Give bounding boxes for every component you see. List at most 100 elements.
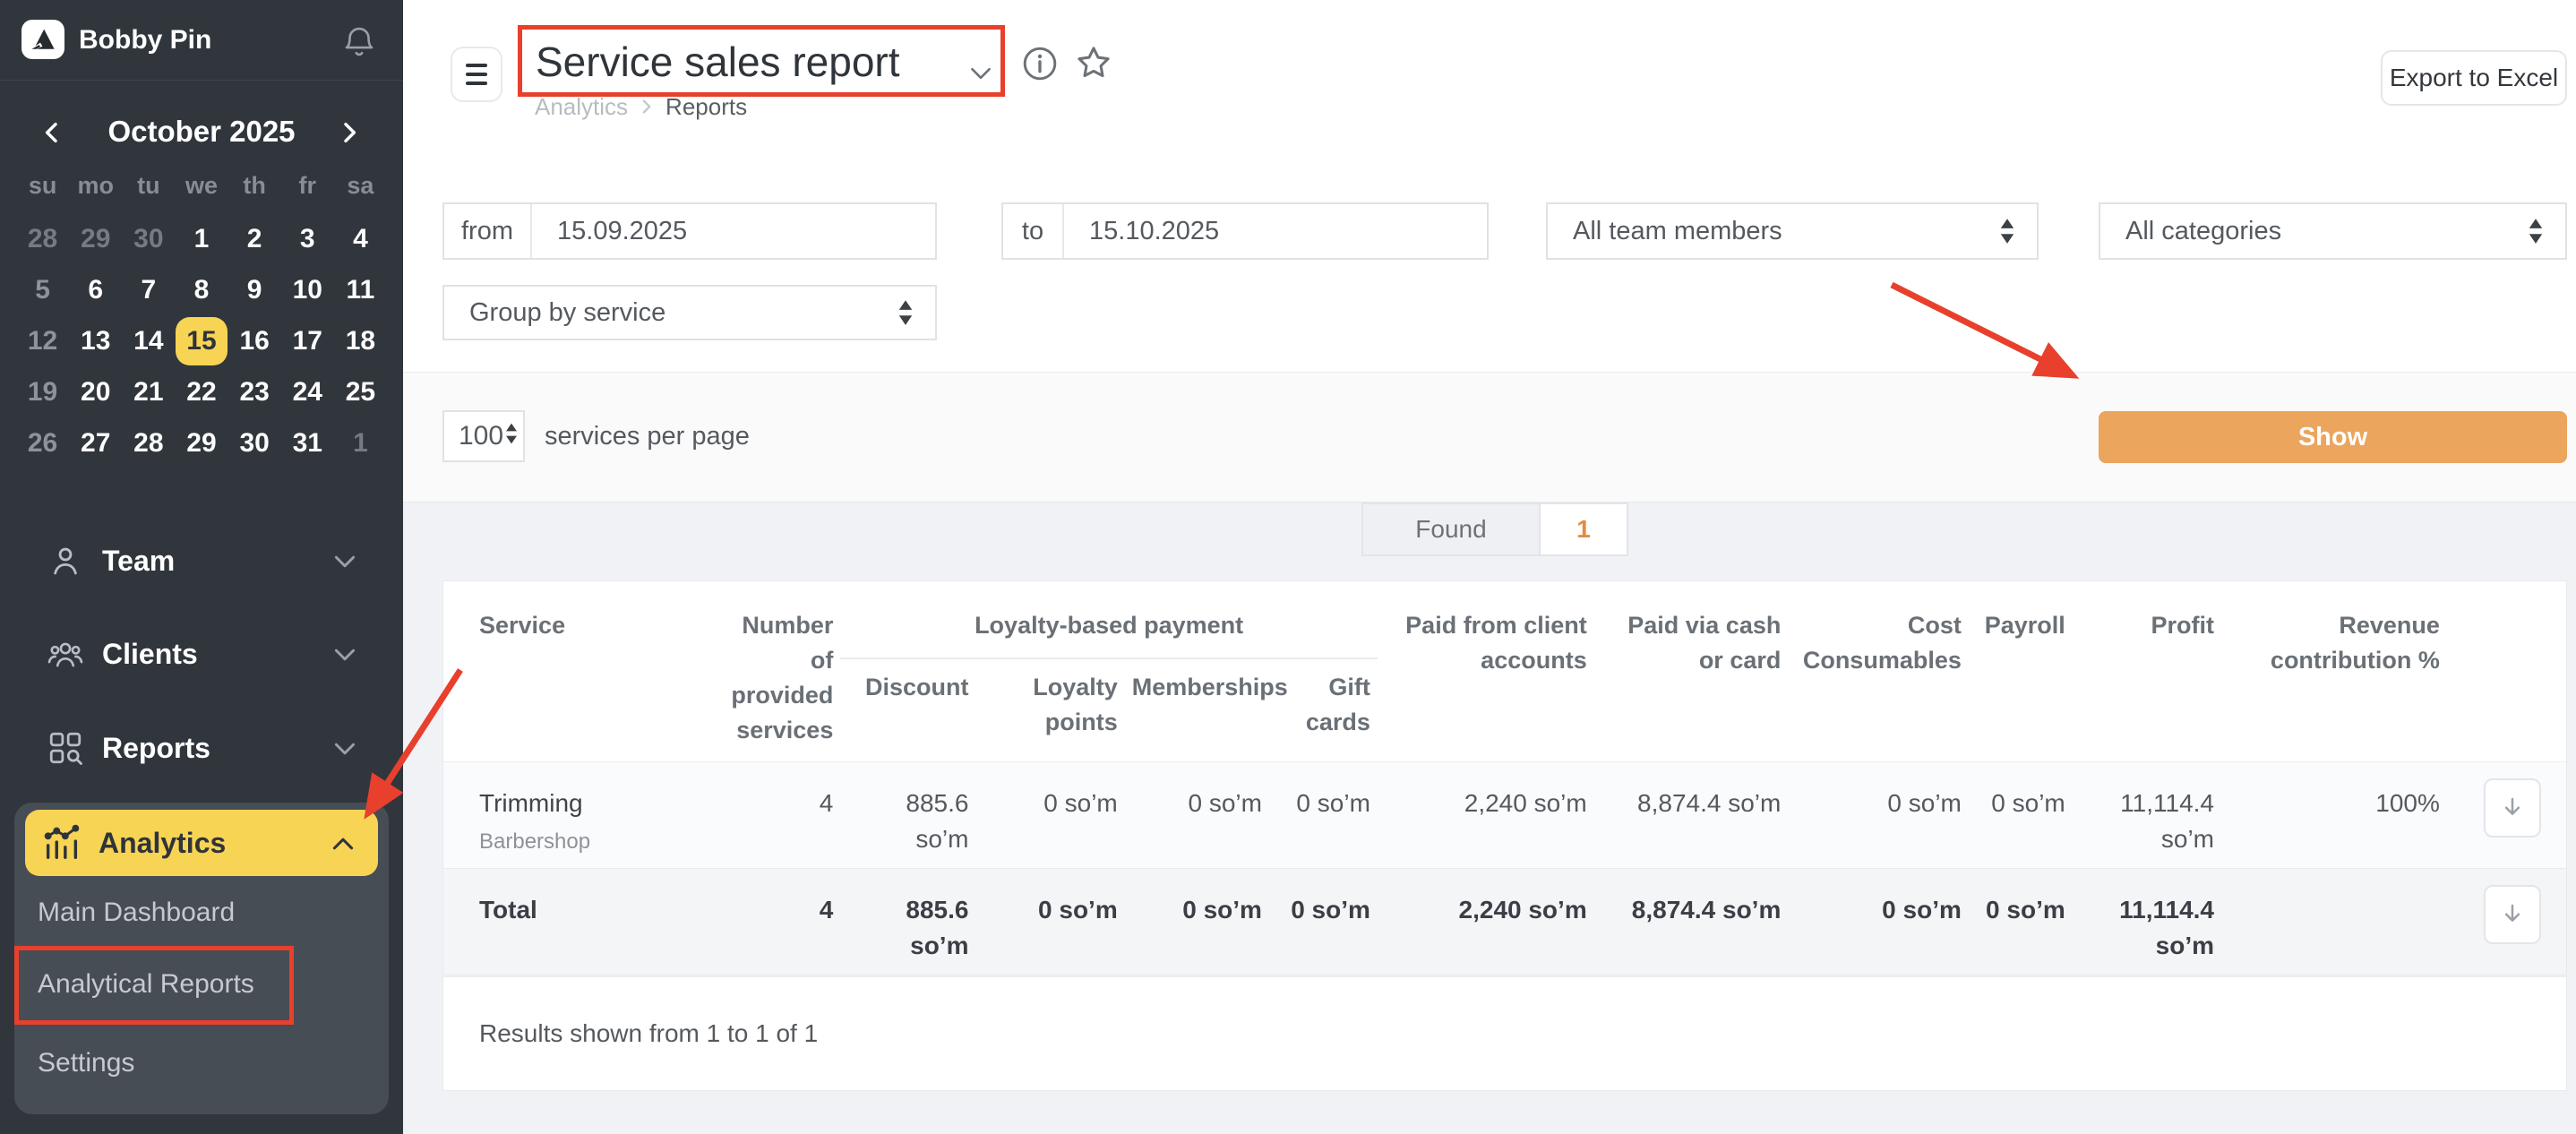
calendar-day[interactable]: 27 xyxy=(69,417,122,468)
team-members-select[interactable]: All team members xyxy=(1546,202,2039,260)
group-by-select[interactable]: Group by service xyxy=(442,285,937,340)
calendar-day[interactable]: 12 xyxy=(16,315,69,366)
cell-service: Trimming Barbershop xyxy=(443,762,714,869)
calendar-day[interactable]: 5 xyxy=(16,264,69,315)
sidebar-item-clients[interactable]: Clients xyxy=(0,627,403,681)
show-button[interactable]: Show xyxy=(2099,411,2567,463)
calendar-day[interactable]: 11 xyxy=(334,264,387,315)
calendar-day[interactable]: 29 xyxy=(69,213,122,264)
calendar-day[interactable]: 30 xyxy=(122,213,175,264)
day-name: su xyxy=(16,170,69,201)
sidebar-item-label: Team xyxy=(102,545,175,578)
categories-select-value: All categories xyxy=(2125,217,2281,246)
cell-total-client-accounts: 2,240 so’m xyxy=(1378,869,1594,975)
calendar-day[interactable]: 14 xyxy=(122,315,175,366)
calendar-day[interactable]: 3 xyxy=(281,213,334,264)
date-to-value[interactable]: 15.10.2025 xyxy=(1064,217,1219,246)
found-tab[interactable]: Found xyxy=(1361,503,1541,556)
calendar-day[interactable]: 10 xyxy=(281,264,334,315)
calendar-day[interactable]: 9 xyxy=(228,264,281,315)
select-arrows-icon xyxy=(1997,216,2017,246)
day-name: th xyxy=(228,170,281,201)
calendar-day[interactable]: 1 xyxy=(175,213,228,264)
info-icon[interactable] xyxy=(1021,45,1059,82)
download-icon xyxy=(2499,794,2526,822)
export-to-excel-button[interactable]: Export to Excel xyxy=(2381,50,2567,106)
service-name[interactable]: Trimming xyxy=(479,786,707,821)
calendar-day[interactable]: 7 xyxy=(122,264,175,315)
calendar-day[interactable]: 13 xyxy=(69,315,122,366)
calendar-day[interactable]: 17 xyxy=(281,315,334,366)
calendar-day[interactable]: 21 xyxy=(122,366,175,417)
calendar-day[interactable]: 4 xyxy=(334,213,387,264)
calendar-next-icon[interactable] xyxy=(335,118,364,147)
calendar-days: 28 29 30 1 2 3 4 5 6 7 8 9 10 11 12 13 1… xyxy=(16,213,387,468)
calendar-day[interactable]: 8 xyxy=(175,264,228,315)
col-header-cash-card: Paid via cash or card xyxy=(1594,581,1789,762)
team-icon xyxy=(47,542,84,580)
cell-total-cash-card: 8,874.4 so’m xyxy=(1594,869,1789,975)
day-name: we xyxy=(175,170,228,201)
calendar-day[interactable]: 31 xyxy=(281,417,334,468)
breadcrumb-analytics[interactable]: Analytics xyxy=(535,93,628,121)
calendar-day[interactable]: 25 xyxy=(334,366,387,417)
brand-logo[interactable] xyxy=(21,20,64,59)
clients-icon xyxy=(47,635,84,673)
per-page-label: services per page xyxy=(545,410,750,462)
calendar-day[interactable]: 23 xyxy=(228,366,281,417)
row-download-button[interactable] xyxy=(2484,778,2541,838)
notifications-bell-icon[interactable] xyxy=(340,21,378,61)
sidebar-item-team[interactable]: Team xyxy=(0,534,403,588)
calendar-day[interactable]: 28 xyxy=(122,417,175,468)
cell-discount: 885.6 so’m xyxy=(840,762,975,869)
calendar-day[interactable]: 28 xyxy=(16,213,69,264)
calendar-day-selected[interactable]: 15 xyxy=(176,317,228,365)
col-header-client-accounts: Paid from client accounts xyxy=(1378,581,1594,762)
sidebar-item-reports[interactable]: Reports xyxy=(0,721,403,775)
sidebar-header: Bobby Pin xyxy=(0,0,403,81)
calendar-day[interactable]: 20 xyxy=(69,366,122,417)
sidebar-item-analytical-reports[interactable]: Analytical Reports xyxy=(14,957,389,1012)
calendar-day[interactable]: 22 xyxy=(175,366,228,417)
menu-toggle-button[interactable] xyxy=(451,47,502,102)
page-title[interactable]: Service sales report xyxy=(536,34,900,90)
title-chevron-down-icon[interactable] xyxy=(969,66,992,81)
col-header-profit: Profit xyxy=(2073,581,2221,762)
breadcrumb-reports[interactable]: Reports xyxy=(665,93,747,121)
calendar-day[interactable]: 1 xyxy=(334,417,387,468)
calendar-day[interactable]: 29 xyxy=(175,417,228,468)
reports-icon xyxy=(47,729,84,767)
date-from-value[interactable]: 15.09.2025 xyxy=(532,217,687,246)
cell-actions xyxy=(2447,762,2566,869)
cell-total-actions xyxy=(2447,869,2566,975)
day-name: sa xyxy=(334,170,387,201)
cell-total-gift-cards: 0 so’m xyxy=(1269,869,1378,975)
total-download-button[interactable] xyxy=(2484,885,2541,944)
categories-select[interactable]: All categories xyxy=(2099,202,2567,260)
sidebar-item-label: Settings xyxy=(38,1048,134,1078)
cell-revenue: 100% xyxy=(2221,762,2447,869)
col-header-loyalty-points: Loyalty points xyxy=(975,658,1124,762)
found-count-tab[interactable]: 1 xyxy=(1541,503,1628,556)
sidebar-item-main-dashboard[interactable]: Main Dashboard xyxy=(14,885,389,941)
sidebar: Bobby Pin October 2025 su mo tu we th xyxy=(0,0,403,1134)
calendar-day[interactable]: 30 xyxy=(228,417,281,468)
chevron-up-icon xyxy=(331,837,355,851)
sidebar-item-analytics[interactable]: Analytics xyxy=(25,810,378,876)
favorite-star-icon[interactable] xyxy=(1073,42,1114,83)
calendar-day[interactable]: 26 xyxy=(16,417,69,468)
date-to-field[interactable]: to 15.10.2025 xyxy=(1001,202,1489,260)
day-name: tu xyxy=(122,170,175,201)
sidebar-item-settings[interactable]: Settings xyxy=(14,1035,389,1091)
calendar-day[interactable]: 2 xyxy=(228,213,281,264)
per-page-select[interactable]: 100 xyxy=(442,410,525,462)
calendar-day[interactable]: 24 xyxy=(281,366,334,417)
calendar-day[interactable]: 19 xyxy=(16,366,69,417)
date-from-field[interactable]: from 15.09.2025 xyxy=(442,202,937,260)
calendar-day[interactable]: 16 xyxy=(228,315,281,366)
calendar-day[interactable]: 18 xyxy=(334,315,387,366)
col-header-cost-consumables: Cost Consumables xyxy=(1788,581,1969,762)
col-header-provided: Number of provided services xyxy=(714,581,840,762)
results-table-card: Service Number of provided services Loya… xyxy=(442,580,2567,975)
calendar-day[interactable]: 6 xyxy=(69,264,122,315)
